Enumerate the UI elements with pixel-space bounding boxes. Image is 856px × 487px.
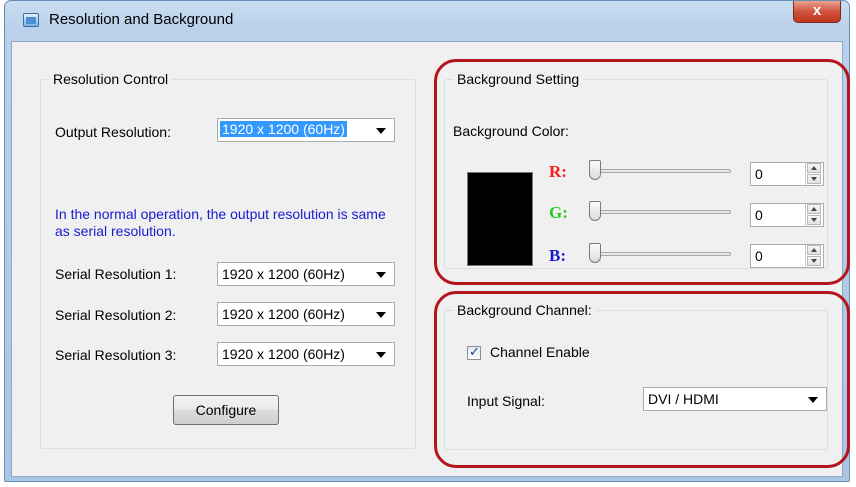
serial-resolution-3-label: Serial Resolution 3: bbox=[55, 347, 177, 363]
output-resolution-select[interactable]: 1920 x 1200 (60Hz) bbox=[217, 118, 395, 142]
chevron-down-icon bbox=[376, 352, 386, 358]
resolution-control-legend: Resolution Control bbox=[49, 71, 173, 87]
serial-resolution-3-value: 1920 x 1200 (60Hz) bbox=[222, 346, 345, 362]
close-icon: x bbox=[812, 2, 822, 19]
output-resolution-label: Output Resolution: bbox=[55, 124, 171, 140]
chevron-down-icon bbox=[376, 272, 386, 278]
app-icon bbox=[23, 13, 39, 27]
chevron-down-icon bbox=[376, 312, 386, 318]
annotation-highlight-background-setting bbox=[434, 59, 850, 285]
serial-resolution-1-value: 1920 x 1200 (60Hz) bbox=[222, 266, 345, 282]
serial-resolution-2-value: 1920 x 1200 (60Hz) bbox=[222, 306, 345, 322]
serial-resolution-1-select[interactable]: 1920 x 1200 (60Hz) bbox=[217, 262, 395, 286]
resolution-control-group: Resolution Control Output Resolution: 19… bbox=[40, 71, 416, 449]
serial-resolution-1-label: Serial Resolution 1: bbox=[55, 266, 177, 282]
window-title: Resolution and Background bbox=[49, 11, 234, 28]
title-bar[interactable]: Resolution and Background x bbox=[5, 1, 849, 41]
output-resolution-value: 1920 x 1200 (60Hz) bbox=[220, 121, 347, 137]
serial-resolution-2-label: Serial Resolution 2: bbox=[55, 307, 177, 323]
chevron-down-icon bbox=[376, 128, 386, 134]
serial-resolution-3-select[interactable]: 1920 x 1200 (60Hz) bbox=[217, 342, 395, 366]
annotation-highlight-background-channel bbox=[434, 291, 850, 468]
resolution-note: In the normal operation, the output reso… bbox=[55, 206, 386, 239]
close-button[interactable]: x bbox=[793, 1, 841, 23]
serial-resolution-2-select[interactable]: 1920 x 1200 (60Hz) bbox=[217, 302, 395, 326]
configure-button[interactable]: Configure bbox=[173, 395, 279, 425]
